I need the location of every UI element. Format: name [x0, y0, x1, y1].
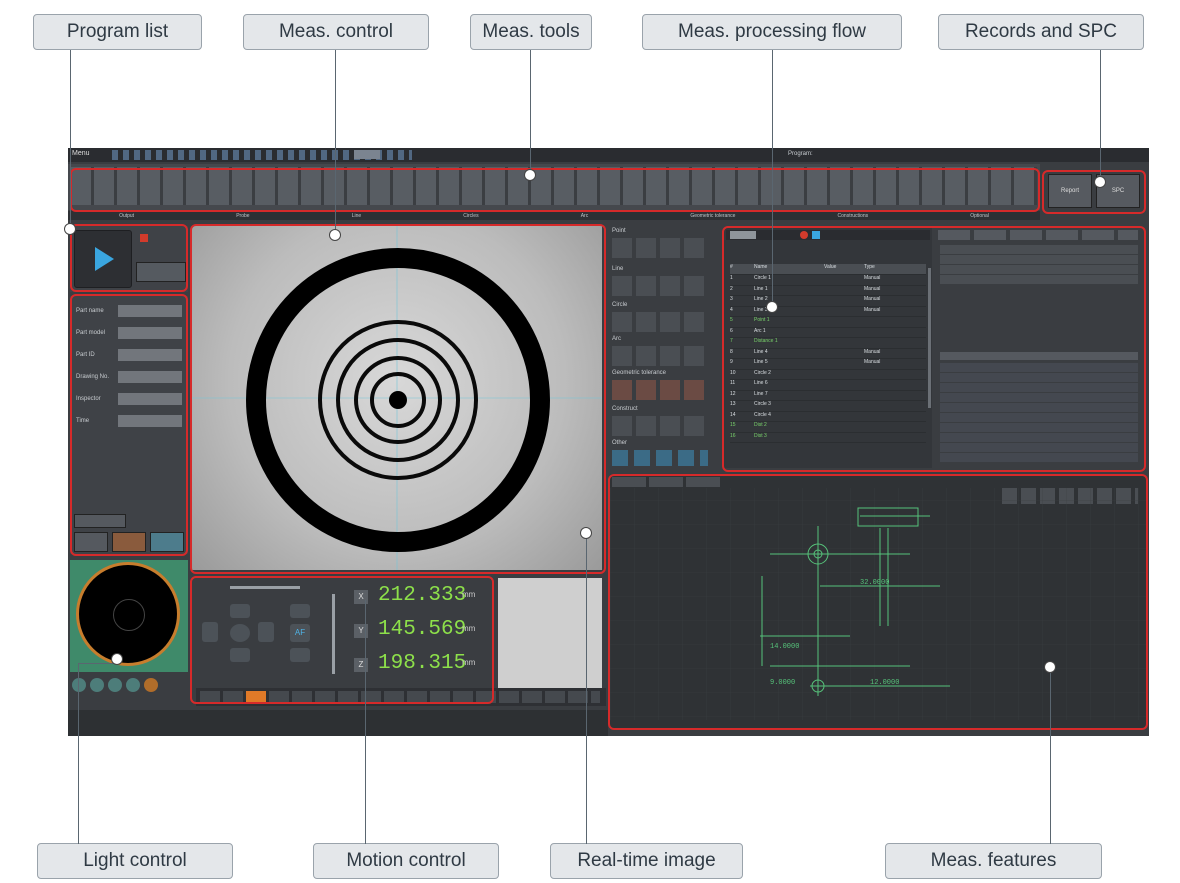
highlight-meas-features — [608, 474, 1148, 730]
light-ring-button-5[interactable] — [144, 678, 158, 692]
connector-light-control — [78, 664, 79, 844]
tab-geometric-tolerance[interactable]: Geometric tolerance — [690, 213, 735, 219]
connector-motion-control — [365, 600, 366, 844]
tools-section-geometric: Geometric tolerance — [612, 370, 667, 376]
circle-tools[interactable] — [612, 312, 708, 332]
dot-meas-control — [330, 230, 340, 240]
highlight-camera-view — [190, 224, 606, 574]
construct-tools[interactable] — [612, 416, 708, 436]
geometric-tools[interactable] — [612, 380, 708, 400]
highlight-meas-tools — [70, 168, 1040, 212]
tab-line[interactable]: Line — [352, 213, 361, 219]
light-overview-image — [70, 560, 188, 672]
lens-inner-circle — [113, 599, 145, 631]
dot-meas-tools — [525, 170, 535, 180]
title-bar: Menu Program: — [68, 148, 1149, 162]
callout-program-list: Program list — [33, 14, 202, 50]
connector-processing-flow — [772, 50, 773, 306]
dot-records-spc — [1095, 177, 1105, 187]
connector-realtime-image — [586, 533, 587, 844]
point-tools[interactable] — [612, 238, 708, 258]
connector-meas-features — [1050, 667, 1051, 844]
tab-output[interactable]: Output — [119, 213, 134, 219]
tools-section-circle: Circle — [612, 302, 628, 308]
arc-tools[interactable] — [612, 346, 708, 366]
tools-section-other: Other — [612, 440, 628, 446]
connector-meas-tools — [530, 50, 531, 174]
connector-meas-control — [335, 50, 336, 235]
callout-meas-features: Meas. features — [885, 843, 1102, 879]
status-bar — [68, 710, 608, 736]
tools-palette: Point Line Circle Arc Geometric toleranc… — [608, 226, 720, 470]
callout-motion-control: Motion control — [313, 843, 499, 879]
dot-program-list — [65, 224, 75, 234]
light-ring-button-3[interactable] — [108, 678, 122, 692]
other-tools[interactable] — [612, 450, 708, 466]
light-control-buttons — [70, 676, 188, 696]
title-mode-button[interactable] — [354, 150, 380, 159]
tab-optional[interactable]: Optional — [970, 213, 989, 219]
dot-realtime-image — [581, 528, 591, 538]
tab-constructions[interactable]: Constructions — [838, 213, 869, 219]
tab-arc[interactable]: Arc — [581, 213, 589, 219]
dot-light-control — [112, 654, 122, 664]
highlight-motion-control — [190, 576, 494, 704]
tools-section-point: Point — [612, 228, 626, 234]
dot-meas-features — [1045, 662, 1055, 672]
callout-light-control: Light control — [37, 843, 233, 879]
connector-program-list — [70, 50, 71, 228]
callout-realtime-image: Real-time image — [550, 843, 743, 879]
light-ring-button-1[interactable] — [72, 678, 86, 692]
tools-section-line: Line — [612, 266, 624, 272]
window-title: Program: — [788, 151, 813, 157]
tools-section-construct: Construct — [612, 406, 638, 412]
callout-records-spc: Records and SPC — [938, 14, 1144, 50]
light-ring-button-2[interactable] — [90, 678, 104, 692]
highlight-processing-flow — [722, 226, 1146, 472]
menu-button[interactable]: Menu — [72, 150, 90, 157]
callout-meas-control: Meas. control — [243, 14, 429, 50]
tools-section-arc: Arc — [612, 336, 621, 342]
highlight-parameters — [70, 294, 188, 556]
application-window: Menu Program: Output Probe Line Circles … — [68, 148, 1149, 736]
connector-records-spc — [1100, 50, 1101, 182]
dot-processing-flow — [767, 302, 777, 312]
lens-ring — [76, 562, 180, 666]
tab-probe[interactable]: Probe — [236, 213, 249, 219]
highlight-records-spc — [1042, 170, 1146, 214]
connector-light-control-h — [78, 663, 118, 664]
callout-meas-tools: Meas. tools — [470, 14, 592, 50]
tab-circles[interactable]: Circles — [463, 213, 478, 219]
line-tools[interactable] — [612, 276, 708, 296]
section-tabs: Output Probe Line Circles Arc Geometric … — [68, 211, 1040, 220]
highlight-program-list — [70, 224, 188, 292]
callout-meas-processing-flow: Meas. processing flow — [642, 14, 902, 50]
light-ring-button-4[interactable] — [126, 678, 140, 692]
